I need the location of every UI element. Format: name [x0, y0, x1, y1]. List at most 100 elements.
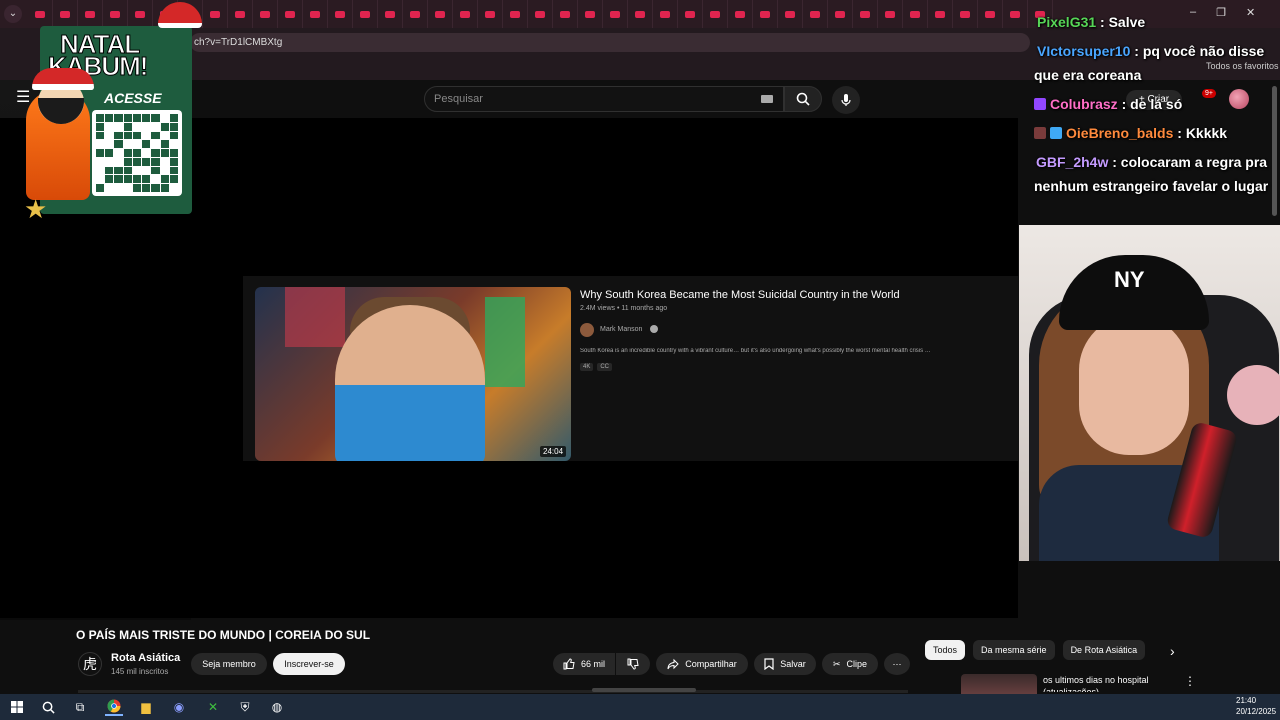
recommended-video-title[interactable]: os ultimos dias no hospital (atualizaçõe… — [1043, 674, 1173, 692]
browser-tab[interactable] — [378, 0, 403, 28]
browser-tab[interactable] — [28, 0, 53, 28]
chat-username: OieBreno_balds — [1066, 125, 1174, 141]
microphone-icon — [841, 94, 851, 106]
chip-same-series[interactable]: Da mesma série — [973, 640, 1055, 660]
clip-label: Clipe — [846, 659, 868, 669]
browser-tab[interactable] — [53, 0, 78, 28]
browser-tab[interactable] — [928, 0, 953, 28]
youtube-favicon-icon — [810, 10, 820, 18]
browser-tab[interactable] — [553, 0, 578, 28]
clip-button[interactable]: ✂ Clipe — [822, 653, 878, 675]
chat-text: : Kkkkk — [1177, 125, 1228, 141]
result-meta: 2.4M views • 11 months ago — [580, 305, 668, 312]
browser-tab[interactable] — [1003, 0, 1028, 28]
taskbar-time[interactable]: 21:40 — [1236, 696, 1256, 705]
browser-tab[interactable] — [678, 0, 703, 28]
discord-icon[interactable]: ◉ — [170, 698, 188, 716]
youtube-favicon-icon — [135, 10, 145, 18]
youtube-favicon-icon — [1010, 10, 1020, 18]
chat-message: VIctorsuper10 : pq você não disse que er… — [1034, 39, 1274, 87]
browser-tab[interactable] — [528, 0, 553, 28]
browser-tab[interactable] — [953, 0, 978, 28]
dislike-button[interactable] — [616, 653, 650, 675]
browser-tab[interactable] — [278, 0, 303, 28]
youtube-favicon-icon — [360, 10, 370, 18]
channel-avatar[interactable]: 虎 — [78, 652, 102, 676]
sub-badge-icon — [1034, 98, 1046, 110]
browser-tab[interactable] — [103, 0, 128, 28]
browser-tab[interactable] — [578, 0, 603, 28]
taskbar-date[interactable]: 20/12/2025 — [1236, 707, 1276, 716]
chip-all[interactable]: Todos — [925, 640, 966, 660]
browser-tab[interactable] — [853, 0, 878, 28]
gift-badge-icon — [1034, 127, 1046, 139]
recommended-video-menu-icon[interactable]: ⋮ — [1184, 674, 1196, 688]
youtube-favicon-icon — [310, 10, 320, 18]
star-icon: ★ — [24, 194, 48, 224]
youtube-favicon-icon — [260, 10, 270, 18]
address-bar[interactable] — [190, 33, 1030, 52]
file-explorer-icon[interactable]: ▆ — [137, 698, 155, 716]
browser-tab[interactable] — [603, 0, 628, 28]
xbox-icon[interactable]: ✕ — [204, 698, 222, 716]
url-text[interactable]: ch?v=TrD1lCMBXtg — [194, 37, 282, 48]
browser-tab[interactable] — [903, 0, 928, 28]
join-button[interactable]: Seja membro — [191, 653, 267, 675]
chip-from-channel[interactable]: De Rota Asiática — [1062, 640, 1146, 660]
browser-tab[interactable] — [353, 0, 378, 28]
youtube-favicon-icon — [860, 10, 870, 18]
save-label: Salvar — [780, 659, 806, 669]
search-button[interactable] — [784, 86, 822, 112]
like-button[interactable]: 66 mil — [553, 653, 615, 675]
browser-tab[interactable] — [428, 0, 453, 28]
task-view-icon[interactable]: ⧉ — [71, 698, 89, 716]
youtube-favicon-icon — [110, 10, 120, 18]
browser-tab[interactable] — [878, 0, 903, 28]
bookmark-icon — [764, 658, 774, 670]
obs-icon[interactable]: ◍ — [268, 698, 286, 716]
horizontal-scrollbar[interactable] — [592, 688, 696, 692]
result-badges: 4K CC — [580, 363, 613, 371]
windows-taskbar — [0, 694, 1280, 720]
browser-tab[interactable] — [203, 0, 228, 28]
result-channel-avatar — [580, 323, 594, 337]
browser-tab[interactable] — [778, 0, 803, 28]
shield-icon[interactable]: ⛨ — [236, 698, 254, 716]
browser-tab[interactable] — [628, 0, 653, 28]
more-actions-button[interactable]: ⋯ — [884, 653, 910, 675]
browser-tab[interactable] — [303, 0, 328, 28]
chevron-right-icon[interactable]: › — [1170, 643, 1175, 659]
youtube-favicon-icon — [210, 10, 220, 18]
browser-tab[interactable] — [978, 0, 1003, 28]
chat-username: Colubrasz — [1050, 96, 1118, 112]
browser-tab[interactable] — [753, 0, 778, 28]
keyboard-icon[interactable] — [761, 95, 773, 103]
browser-tab[interactable] — [503, 0, 528, 28]
start-icon[interactable] — [8, 698, 26, 716]
tab-search-button[interactable]: ⌄ — [4, 5, 22, 23]
video-thumbnail — [255, 287, 571, 461]
browser-tab[interactable] — [78, 0, 103, 28]
search-icon[interactable] — [39, 698, 57, 716]
browser-tab[interactable] — [478, 0, 503, 28]
browser-tab[interactable] — [828, 0, 853, 28]
channel-name[interactable]: Rota Asiática — [111, 652, 180, 664]
subscribe-button[interactable]: Inscrever-se — [273, 653, 345, 675]
browser-tab[interactable] — [403, 0, 428, 28]
share-button[interactable]: Compartilhar — [656, 653, 748, 675]
recommended-video-thumbnail[interactable] — [961, 674, 1037, 696]
chat-text: : de lá só — [1121, 96, 1183, 112]
browser-tab[interactable] — [728, 0, 753, 28]
browser-tab[interactable] — [803, 0, 828, 28]
browser-tab[interactable] — [328, 0, 353, 28]
browser-tab[interactable] — [128, 0, 153, 28]
voice-search-button[interactable] — [832, 86, 860, 114]
youtube-favicon-icon — [635, 10, 645, 18]
browser-tab[interactable] — [653, 0, 678, 28]
browser-tab[interactable] — [453, 0, 478, 28]
chrome-icon[interactable] — [105, 698, 123, 716]
browser-tab[interactable] — [703, 0, 728, 28]
save-button[interactable]: Salvar — [754, 653, 816, 675]
browser-tab[interactable] — [228, 0, 253, 28]
browser-tab[interactable] — [253, 0, 278, 28]
